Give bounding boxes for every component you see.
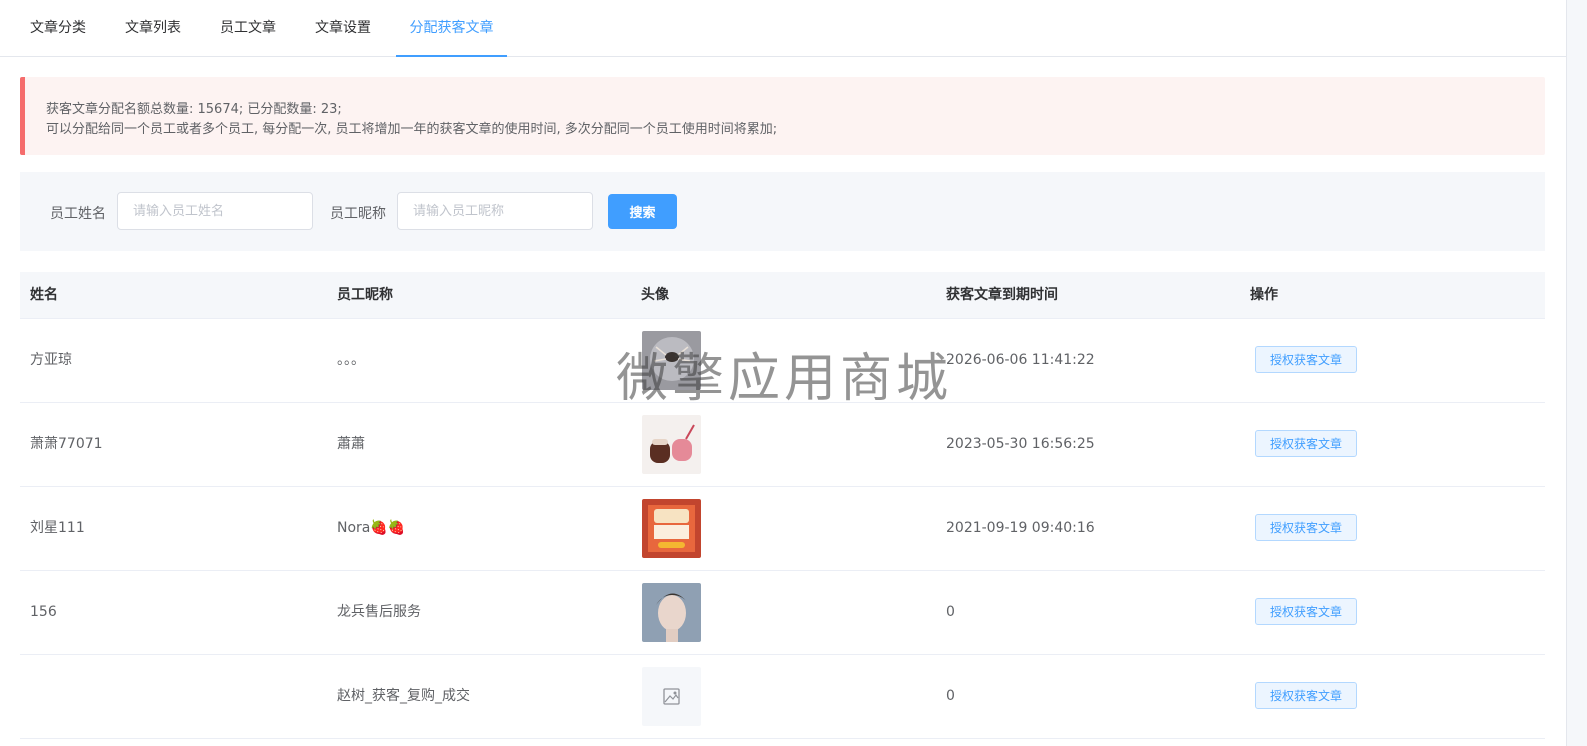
cell-expire-time: 0 xyxy=(946,604,955,620)
tab-assign-articles-label: 分配获客文章 xyxy=(409,20,494,36)
search-button[interactable]: 搜索 xyxy=(608,194,677,229)
avatar xyxy=(642,499,701,558)
portrait-photo xyxy=(642,583,701,642)
employee-nickname-input[interactable] xyxy=(397,192,593,230)
avatar xyxy=(642,667,701,726)
header-action: 操作 xyxy=(1250,287,1278,303)
active-tab-indicator xyxy=(396,55,507,57)
cell-expire-time: 2023-05-30 16:56:25 xyxy=(946,436,1095,452)
spider-photo xyxy=(642,331,701,390)
table-row: 156 龙兵售后服务 0 授权获客文章 xyxy=(20,571,1545,655)
cell-name: 方亚琼 xyxy=(30,352,72,368)
header-nickname: 员工昵称 xyxy=(337,287,393,303)
cell-name: 萧萧77071 xyxy=(30,436,103,452)
alert-description-text: 可以分配给同一个员工或者多个员工, 每分配一次, 员工将增加一年的获客文章的使用… xyxy=(46,122,778,137)
cell-name: 156 xyxy=(30,604,57,620)
employee-name-input[interactable] xyxy=(117,192,313,230)
tab-article-settings[interactable]: 文章设置 xyxy=(303,0,383,56)
cell-nickname: 。。。 xyxy=(337,352,365,368)
table-row: 萧萧77071 蕭蕭 2023-05-30 16:56:25 授权获客文章 xyxy=(20,403,1545,487)
tab-article-list[interactable]: 文章列表 xyxy=(113,0,193,56)
tab-bar: 文章分类 文章列表 员工文章 文章设置 分配获客文章 xyxy=(0,0,1566,57)
poster-photo xyxy=(642,499,701,558)
cell-nickname: Nora🍓🍓 xyxy=(337,520,406,536)
cell-expire-time: 2026-06-06 11:41:22 xyxy=(946,352,1095,368)
avatar xyxy=(642,415,701,474)
header-expire-time: 获客文章到期时间 xyxy=(946,287,1058,303)
header-name: 姓名 xyxy=(30,287,58,303)
cell-expire-time: 0 xyxy=(946,688,955,704)
authorize-article-button[interactable]: 授权获客文章 xyxy=(1255,598,1357,625)
employee-nickname-label: 员工昵称 xyxy=(330,206,386,222)
tab-article-category[interactable]: 文章分类 xyxy=(18,0,98,56)
table-row: 方亚琼 。。。 2026-06-06 11:41:22 授权获客文章 xyxy=(20,319,1545,403)
cell-expire-time: 2021-09-19 09:40:16 xyxy=(946,520,1095,536)
table-header: 姓名 员工昵称 头像 获客文章到期时间 操作 xyxy=(20,272,1545,319)
employee-table: 姓名 员工昵称 头像 获客文章到期时间 操作 方亚琼 。。。 2026-06-0… xyxy=(20,272,1545,739)
cell-nickname: 龙兵售后服务 xyxy=(337,604,421,620)
avatar xyxy=(642,331,701,390)
cell-name: 刘星111 xyxy=(30,520,85,536)
header-avatar: 头像 xyxy=(641,287,669,303)
authorize-article-button[interactable]: 授权获客文章 xyxy=(1255,514,1357,541)
table-row: 赵树_获客_复购_成交 0 授权获客文章 xyxy=(20,655,1545,739)
cell-nickname: 蕭蕭 xyxy=(337,436,365,452)
placeholder-image-icon xyxy=(663,688,680,705)
authorize-article-button[interactable]: 授权获客文章 xyxy=(1255,346,1357,373)
quota-alert: 获客文章分配名额总数量: 15674; 已分配数量: 23; 可以分配给同一个员… xyxy=(20,77,1545,155)
cups-photo xyxy=(642,415,701,474)
alert-quota-text: 获客文章分配名额总数量: 15674; 已分配数量: 23; xyxy=(46,102,342,117)
cell-nickname: 赵树_获客_复购_成交 xyxy=(337,688,470,704)
tab-employee-articles[interactable]: 员工文章 xyxy=(208,0,288,56)
tab-assign-articles[interactable]: 分配获客文章 xyxy=(396,0,507,57)
scrollbar-track[interactable] xyxy=(1566,0,1587,746)
employee-name-label: 员工姓名 xyxy=(50,206,106,222)
avatar xyxy=(642,583,701,642)
authorize-article-button[interactable]: 授权获客文章 xyxy=(1255,682,1357,709)
table-row: 刘星111 Nora🍓🍓 2021-09-19 09:40:16 授权获客文章 xyxy=(20,487,1545,571)
search-form: 员工姓名 员工昵称 搜索 xyxy=(20,172,1545,251)
authorize-article-button[interactable]: 授权获客文章 xyxy=(1255,430,1357,457)
